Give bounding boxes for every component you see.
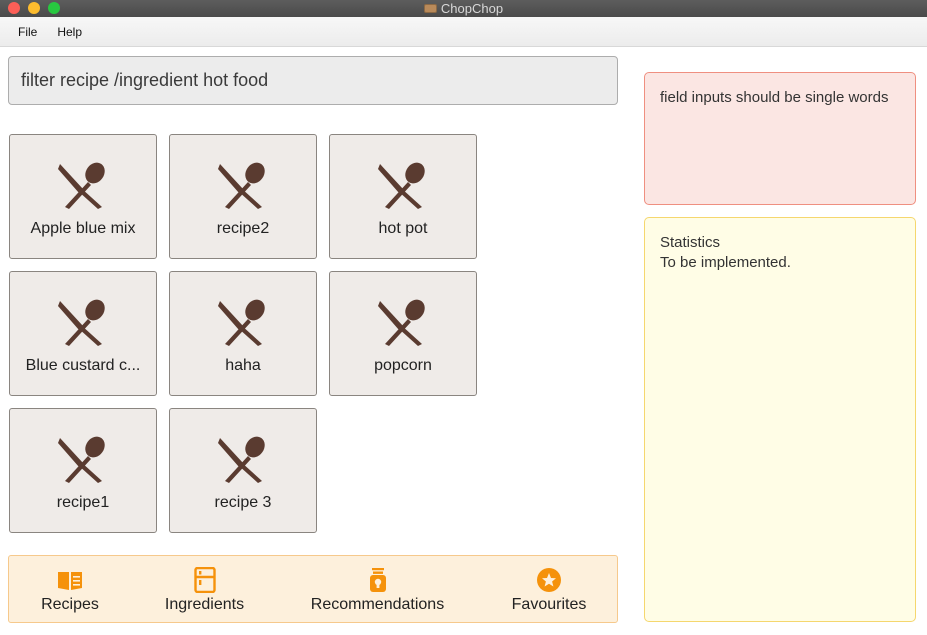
close-window-button[interactable] [8, 2, 20, 14]
fork-spoon-icon [218, 162, 265, 209]
recipe-card[interactable]: popcorn [329, 271, 477, 396]
fork-spoon-icon [58, 162, 105, 209]
tab-recommendations-label: Recommendations [310, 596, 445, 613]
tab-recommendations[interactable]: Recommendations [305, 556, 450, 622]
fork-spoon-icon [218, 299, 265, 346]
statistics-body: To be implemented. [660, 254, 791, 271]
window-controls [8, 2, 60, 14]
recipe-name: popcorn [374, 357, 432, 374]
jar-icon [369, 568, 386, 592]
command-box[interactable] [8, 56, 618, 105]
recipe-card[interactable]: recipe2 [169, 134, 317, 259]
fork-spoon-icon [58, 436, 105, 483]
recipe-name: recipe2 [216, 220, 270, 237]
minimize-window-button[interactable] [28, 2, 40, 14]
result-display: field inputs should be single words [644, 72, 916, 205]
tab-favourites[interactable]: Favourites [505, 556, 593, 622]
tab-ingredients[interactable]: Ingredients [157, 556, 252, 622]
result-message: field inputs should be single words [660, 89, 889, 106]
recipe-name: haha [225, 357, 261, 374]
recipe-name: hot pot [378, 220, 428, 237]
zoom-window-button[interactable] [48, 2, 60, 14]
fridge-icon [193, 567, 216, 593]
bottom-nav: Recipes Ingredients Recommendations Favo… [8, 555, 618, 623]
recipe-card[interactable]: hot pot [329, 134, 477, 259]
menu-bar: File Help [0, 17, 927, 47]
statistics-panel: Statistics To be implemented. [644, 217, 916, 622]
fork-spoon-icon [378, 162, 425, 209]
tab-favourites-label: Favourites [511, 596, 587, 613]
recipe-card[interactable]: Apple blue mix [9, 134, 157, 259]
recipe-name: recipe1 [56, 494, 110, 511]
command-input[interactable] [21, 70, 617, 91]
app-icon [423, 4, 437, 13]
tab-recipes-label: Recipes [41, 596, 99, 613]
fork-spoon-icon [378, 299, 425, 346]
statistics-title: Statistics [660, 234, 721, 251]
fork-spoon-icon [58, 299, 105, 346]
recipe-card[interactable]: haha [169, 271, 317, 396]
title-bar: ChopChop [0, 0, 927, 17]
recipe-card[interactable]: recipe1 [9, 408, 157, 533]
fork-spoon-icon [218, 436, 265, 483]
recipe-name: Blue custard c... [25, 357, 141, 374]
book-icon [58, 572, 82, 590]
tab-ingredients-label: Ingredients [164, 596, 245, 613]
recipe-name: recipe 3 [214, 494, 272, 511]
window-title: ChopChop [440, 1, 504, 16]
recipe-name: Apple blue mix [30, 220, 136, 237]
tab-recipes[interactable]: Recipes [31, 556, 109, 622]
window-title-group: ChopChop [423, 1, 504, 16]
recipe-card[interactable]: recipe 3 [169, 408, 317, 533]
star-icon [537, 568, 561, 592]
menu-help[interactable]: Help [47, 25, 92, 39]
menu-file[interactable]: File [8, 25, 47, 39]
recipe-card[interactable]: Blue custard c... [9, 271, 157, 396]
